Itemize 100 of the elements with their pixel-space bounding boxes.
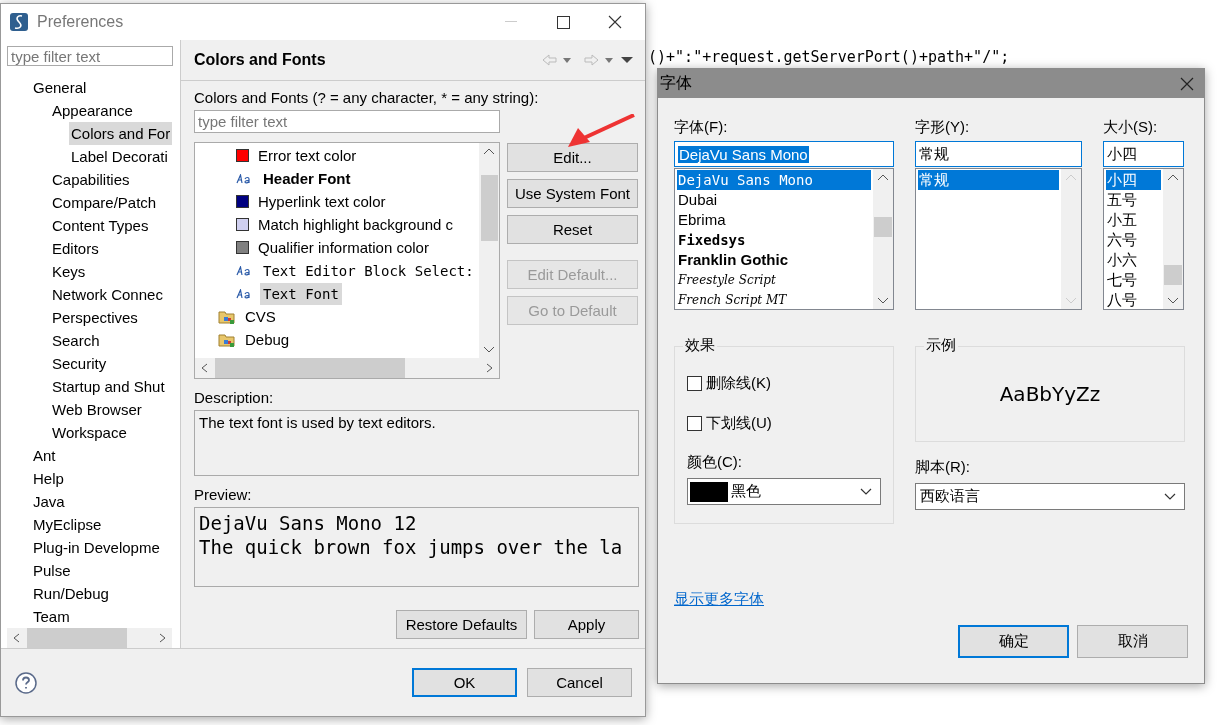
preview-text: DejaVu Sans Mono 12 [199, 511, 417, 535]
list-item[interactable]: French Script MT [677, 290, 871, 309]
folder-icon [218, 331, 236, 348]
list-item[interactable]: 小四 [1106, 170, 1161, 190]
tree-item[interactable]: Security [50, 352, 109, 375]
code-line: ()+":"+request.getServerPort()+path+"/"; [648, 48, 1010, 66]
input-field[interactable]: DejaVu Sans Mono [674, 141, 894, 167]
tree-item[interactable]: Keys [50, 260, 88, 283]
help-icon[interactable] [15, 671, 37, 694]
vertical-scrollbar[interactable] [1163, 169, 1183, 309]
tree-item[interactable]: Java [31, 490, 67, 513]
more-fonts-link[interactable]: 显示更多字体 [674, 590, 764, 607]
tree-item[interactable]: Qualifier information color [255, 236, 432, 259]
group-label: 效果 [683, 336, 717, 355]
folder-icon [218, 308, 236, 325]
sample-text: AaBbYyZz [999, 382, 1101, 406]
ok-button[interactable]: OK [412, 668, 517, 697]
action-button[interactable]: Edit... [507, 143, 638, 172]
list-item[interactable]: 七号 [1106, 270, 1161, 290]
tree-item[interactable]: Label Decorati [69, 145, 170, 168]
vertical-scrollbar[interactable] [873, 169, 893, 309]
checkbox[interactable] [687, 375, 702, 391]
scroll-up-icon[interactable] [877, 173, 889, 181]
list-item[interactable]: Ebrima [677, 210, 871, 230]
tree-item[interactable]: Error text color [255, 144, 360, 167]
script-dropdown[interactable]: 西欧语言 [915, 483, 1185, 510]
tree-item[interactable]: Startup and Shut [50, 375, 167, 398]
tree-item[interactable]: Web Browser [50, 398, 144, 421]
tree-item[interactable]: MyEclipse [31, 513, 104, 536]
scroll-thumb[interactable] [1164, 265, 1182, 285]
action-button[interactable]: Use System Font [507, 179, 638, 208]
ok-button[interactable]: 确定 [958, 625, 1069, 658]
horizontal-scrollbar[interactable] [7, 628, 172, 648]
filter-field[interactable]: type filter text [7, 46, 173, 66]
tree-item[interactable]: Hyperlink text color [255, 190, 389, 213]
cancel-button[interactable]: 取消 [1077, 625, 1188, 658]
vertical-scrollbar[interactable] [479, 143, 499, 358]
page-title: Colors and Fonts [194, 51, 327, 69]
annotation-arrow [566, 114, 636, 148]
tree-item[interactable]: Help [31, 467, 66, 490]
input-field[interactable]: 常规 [915, 141, 1082, 167]
list-item[interactable]: Dubai [677, 190, 871, 210]
list-item[interactable]: 五号 [1106, 190, 1161, 210]
apply-button[interactable]: Apply [534, 610, 639, 639]
tree-item[interactable]: General [31, 76, 89, 99]
menu-icon[interactable] [621, 56, 633, 64]
tree-item[interactable]: Text Editor Block Select: [260, 259, 477, 282]
list-item[interactable]: DejaVu Sans Mono [677, 170, 871, 190]
color-dropdown[interactable]: 黑色 [687, 478, 881, 505]
tree-item[interactable]: Network Connec [50, 283, 165, 306]
scroll-up-icon[interactable] [483, 147, 495, 155]
tree-item[interactable]: Pulse [31, 559, 73, 582]
tree-item[interactable]: CVS [242, 305, 279, 328]
checkbox[interactable] [687, 415, 702, 431]
tree-item[interactable]: Header Font [260, 167, 354, 190]
list-item[interactable]: Franklin Gothic [677, 250, 871, 270]
list-item[interactable]: 八号 [1106, 290, 1161, 309]
description-label: Description: [194, 389, 275, 406]
scroll-down-icon[interactable] [877, 297, 889, 305]
tree-item[interactable]: Debug [242, 328, 293, 351]
tree-item[interactable]: Editors [50, 237, 101, 260]
action-button[interactable]: Reset [507, 215, 638, 244]
tree-item[interactable]: Workspace [50, 421, 129, 444]
tree-item[interactable]: Run/Debug [31, 582, 111, 605]
group-label: 示例 [924, 336, 958, 355]
field-label: 字形(Y): [915, 118, 971, 137]
tree-item[interactable]: Search [50, 329, 102, 352]
tree-item[interactable]: Team [31, 605, 72, 628]
restore-defaults-button[interactable]: Restore Defaults [396, 610, 527, 639]
close-icon[interactable] [1180, 76, 1194, 91]
app-icon [9, 12, 29, 32]
list-item[interactable]: 小六 [1106, 250, 1161, 270]
list-item[interactable]: 六号 [1106, 230, 1161, 250]
list-item[interactable]: Fixedsys [677, 230, 871, 250]
input-field[interactable]: 小四 [1103, 141, 1184, 167]
window-title: 字体 [660, 73, 693, 93]
tree-item[interactable]: Appearance [50, 99, 135, 122]
window-title: Preferences [37, 13, 125, 31]
tree-item[interactable]: Plug-in Developme [31, 536, 162, 559]
filter-label: Colors and Fonts (? = any character, * = any string): [194, 89, 540, 106]
scroll-thumb[interactable] [874, 217, 892, 237]
tree-item[interactable]: Ant [31, 444, 58, 467]
tree-item[interactable]: Content Types [50, 214, 151, 237]
horizontal-scrollbar[interactable] [195, 358, 499, 378]
list-item[interactable]: Freestyle Script [677, 270, 871, 290]
tree-item[interactable]: Match highlight background c [255, 213, 457, 236]
list-item[interactable]: 小五 [1106, 210, 1161, 230]
cancel-button[interactable]: Cancel [527, 668, 632, 697]
field-label: 大小(S): [1103, 118, 1159, 137]
tree-item[interactable]: Colors and For [69, 122, 173, 145]
tree-item[interactable]: Capabilities [50, 168, 132, 191]
filter-field[interactable]: type filter text [194, 110, 500, 133]
tree-item[interactable]: Perspectives [50, 306, 140, 329]
tree-item[interactable]: Compare/Patch [50, 191, 159, 214]
list-item[interactable]: 常规 [918, 170, 1059, 190]
tree-item[interactable]: Text Font [260, 282, 342, 305]
scroll-down-icon[interactable] [483, 346, 495, 354]
scroll-up-icon[interactable] [1167, 173, 1179, 181]
scroll-down-icon[interactable] [1167, 297, 1179, 305]
description-text: The text font is used by text editors. [194, 410, 639, 476]
